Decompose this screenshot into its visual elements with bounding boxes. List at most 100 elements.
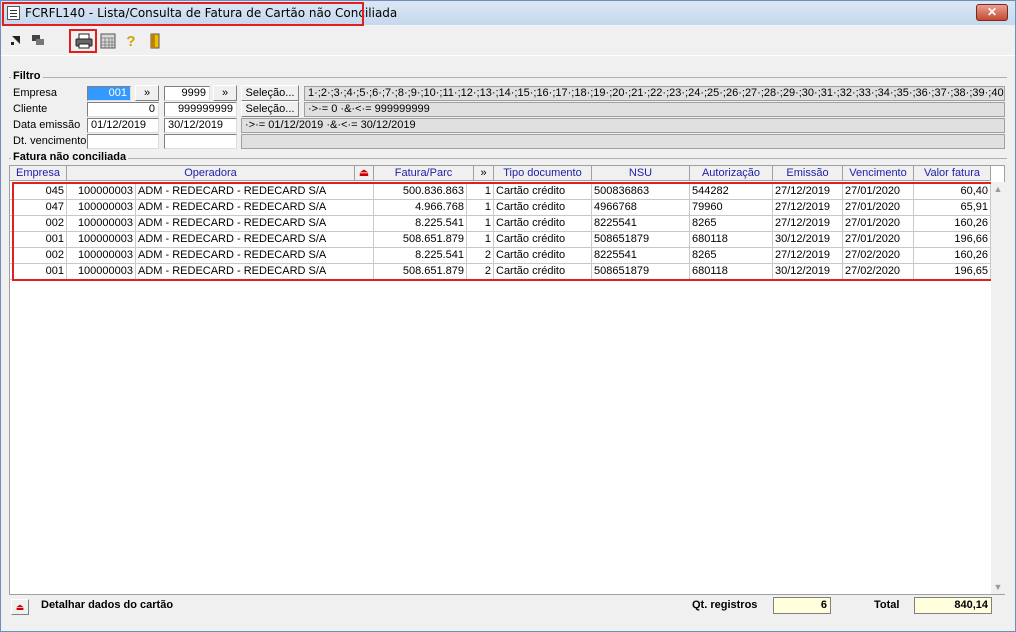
- table-row[interactable]: 047 100000003 ADM - REDECARD - REDECARD S/…: [10, 200, 991, 216]
- col-nsu[interactable]: NSU: [592, 166, 690, 181]
- cell-vencimento: 27/01/2020: [843, 200, 914, 216]
- col-operadora[interactable]: Operadora: [67, 166, 355, 181]
- cell-tipo-documento: Cartão crédito: [494, 200, 592, 216]
- cliente-from-input[interactable]: 0: [87, 102, 159, 117]
- table-row[interactable]: 002 100000003 ADM - REDECARD - REDECARD S/…: [10, 248, 991, 264]
- col-fatura-parc[interactable]: Fatura/Parc: [374, 166, 474, 181]
- cell-autorizacao: 8265: [690, 248, 773, 264]
- table-row[interactable]: 001 100000003 ADM - REDECARD - REDECARD S/…: [10, 264, 991, 280]
- cell-operadora-name: ADM - REDECARD - REDECARD S/A: [136, 264, 374, 280]
- cell-parcela: 2: [467, 264, 494, 280]
- empresa-next-button[interactable]: »: [135, 85, 159, 101]
- cell-emissao: 27/12/2019: [773, 200, 843, 216]
- cell-tipo-documento: Cartão crédito: [494, 248, 592, 264]
- col-expand-button[interactable]: »: [474, 166, 494, 181]
- footer-bar: ⏏ Detalhar dados do cartão Qt. registros…: [9, 597, 1005, 619]
- fatura-divider: [9, 158, 1007, 159]
- cell-autorizacao: 79960: [690, 200, 773, 216]
- cell-nsu: 508651879: [592, 264, 690, 280]
- col-emissao[interactable]: Emissão: [773, 166, 843, 181]
- cell-emissao: 27/12/2019: [773, 184, 843, 200]
- dt-vencimento-from-input[interactable]: [87, 134, 159, 149]
- cell-parcela: 1: [467, 232, 494, 248]
- cell-tipo-documento: Cartão crédito: [494, 216, 592, 232]
- cell-empresa: 002: [10, 248, 67, 264]
- col-autorizacao[interactable]: Autorização: [690, 166, 773, 181]
- exit-door-icon[interactable]: [146, 33, 164, 51]
- eject-icon[interactable]: ⏏: [11, 599, 29, 615]
- cell-tipo-documento: Cartão crédito: [494, 264, 592, 280]
- cell-operadora-name: ADM - REDECARD - REDECARD S/A: [136, 216, 374, 232]
- cliente-to-input[interactable]: 999999999: [164, 102, 237, 117]
- cell-empresa: 045: [10, 184, 67, 200]
- cell-operadora-name: ADM - REDECARD - REDECARD S/A: [136, 248, 374, 264]
- cell-valor-fatura: 160,26: [914, 216, 991, 232]
- scroll-up-icon[interactable]: ▲: [991, 182, 1005, 196]
- cell-vencimento: 27/01/2020: [843, 184, 914, 200]
- total-value: 840,14: [914, 597, 992, 614]
- toolbar-divider: [1, 55, 1015, 56]
- cell-fatura: 508.651.879: [374, 264, 467, 280]
- table-row[interactable]: 002 100000003 ADM - REDECARD - REDECARD S/…: [10, 216, 991, 232]
- cell-fatura: 508.651.879: [374, 232, 467, 248]
- cliente-selection-summary: ·>·= 0 ·&·<·= 999999999: [304, 102, 1005, 117]
- cell-vencimento: 27/01/2020: [843, 232, 914, 248]
- data-emissao-from-input[interactable]: 01/12/2019: [87, 118, 159, 133]
- cell-nsu: 4966768: [592, 200, 690, 216]
- empresa-label: Empresa: [13, 87, 58, 99]
- scroll-down-icon[interactable]: ▼: [991, 580, 1005, 594]
- cliente-label: Cliente: [13, 103, 48, 115]
- cell-empresa: 001: [10, 232, 67, 248]
- cell-empresa: 002: [10, 216, 67, 232]
- cell-autorizacao: 680118: [690, 264, 773, 280]
- col-empresa[interactable]: Empresa: [10, 166, 67, 181]
- cell-emissao: 27/12/2019: [773, 216, 843, 232]
- print-highlight: [69, 29, 97, 53]
- cell-autorizacao: 680118: [690, 232, 773, 248]
- main-window: FCRFL140 - Lista/Consulta de Fatura de C…: [0, 0, 1016, 632]
- cell-operadora-code: 100000003: [67, 216, 136, 232]
- filtro-legend: Filtro: [11, 70, 43, 82]
- empresa-to-next-button[interactable]: »: [213, 85, 237, 101]
- sort-icon[interactable]: ⏏: [355, 166, 374, 181]
- data-emissao-label: Data emissão: [13, 119, 81, 131]
- cell-parcela: 1: [467, 200, 494, 216]
- col-vencimento[interactable]: Vencimento: [843, 166, 914, 181]
- cell-emissao: 27/12/2019: [773, 248, 843, 264]
- cell-parcela: 1: [467, 216, 494, 232]
- cell-vencimento: 27/01/2020: [843, 216, 914, 232]
- fatura-legend: Fatura não conciliada: [11, 151, 129, 163]
- cell-operadora-code: 100000003: [67, 184, 136, 200]
- cell-valor-fatura: 196,66: [914, 232, 991, 248]
- cell-tipo-documento: Cartão crédito: [494, 232, 592, 248]
- total-label: Total: [874, 599, 900, 611]
- calculator-icon[interactable]: [99, 33, 117, 51]
- close-button[interactable]: ✕: [976, 4, 1008, 21]
- cell-nsu: 508651879: [592, 232, 690, 248]
- dt-vencimento-to-input[interactable]: [164, 134, 237, 149]
- cliente-selecao-button[interactable]: Seleção...: [241, 101, 299, 117]
- dt-vencimento-label: Dt. vencimento: [13, 135, 87, 147]
- empresa-selecao-button[interactable]: Seleção...: [241, 85, 299, 101]
- table-row[interactable]: 001 100000003 ADM - REDECARD - REDECARD S/…: [10, 232, 991, 248]
- empresa-from-input[interactable]: 001: [87, 86, 131, 101]
- vertical-scrollbar[interactable]: ▲ ▼: [991, 182, 1005, 594]
- data-emissao-to-input[interactable]: 30/12/2019: [164, 118, 237, 133]
- col-tipo-documento[interactable]: Tipo documento: [494, 166, 592, 181]
- cell-operadora-name: ADM - REDECARD - REDECARD S/A: [136, 184, 374, 200]
- arrow-out-icon[interactable]: [7, 33, 25, 51]
- count-value: 6: [773, 597, 831, 614]
- detail-label: Detalhar dados do cartão: [41, 599, 174, 611]
- cell-valor-fatura: 60,40: [914, 184, 991, 200]
- cell-fatura: 8.225.541: [374, 248, 467, 264]
- filtro-divider: [9, 77, 1007, 78]
- arrow-in-icon[interactable]: [29, 33, 47, 51]
- help-icon[interactable]: ?: [122, 33, 140, 51]
- cell-operadora-code: 100000003: [67, 200, 136, 216]
- col-valor-fatura[interactable]: Valor fatura: [914, 166, 991, 181]
- fatura-grid: Empresa Operadora ⏏ Fatura/Parc» Tipo docume…: [9, 165, 1005, 595]
- empresa-selection-summary: 1·;2·;3·;4·;5·;6·;7·;8·;9·;10·;11·;12·;1…: [304, 86, 1005, 101]
- title-highlight: [2, 2, 364, 26]
- empresa-to-input[interactable]: 9999: [164, 86, 210, 101]
- table-row[interactable]: 045 100000003 ADM - REDECARD - REDECARD S/…: [10, 184, 991, 200]
